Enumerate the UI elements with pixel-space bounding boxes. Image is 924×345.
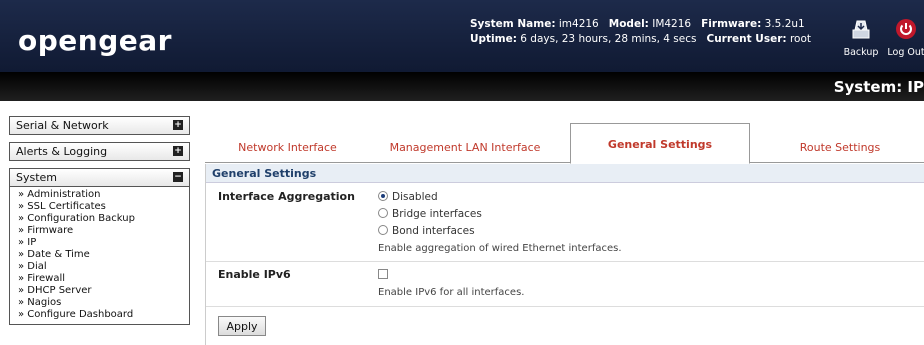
system-info: System Name: im4216 Model: IM4216 Firmwa… xyxy=(470,17,811,47)
model-value: IM4216 xyxy=(652,18,692,30)
firmware-label: Firmware: xyxy=(701,18,762,30)
tab-management-lan-interface[interactable]: Management LAN Interface xyxy=(375,135,555,163)
row-divider xyxy=(206,306,924,307)
option-label: Disabled xyxy=(392,191,438,203)
tab-general-settings[interactable]: General Settings xyxy=(570,123,750,164)
model-label: Model: xyxy=(608,18,649,30)
title-bar: System: IP xyxy=(0,72,924,101)
sidebar-item-firewall[interactable]: » Firewall xyxy=(18,273,183,285)
current-user-label: Current User: xyxy=(706,33,787,45)
top-header: opengear System Name: im4216 Model: IM42… xyxy=(0,0,924,72)
enable-ipv6-label: Enable IPv6 xyxy=(218,268,291,281)
sidebar-item-ip[interactable]: » IP xyxy=(18,237,183,249)
system-name-label: System Name: xyxy=(470,18,556,30)
logout-button[interactable]: Log Out xyxy=(884,18,924,58)
sidebar-item-administration[interactable]: » Administration xyxy=(18,189,183,201)
aggregation-option-bond[interactable]: Bond interfaces xyxy=(378,225,475,237)
tab-network-interface[interactable]: Network Interface xyxy=(205,135,370,163)
system-menu-list: » Administration » SSL Certificates » Co… xyxy=(10,186,189,324)
power-icon xyxy=(884,18,924,43)
radio-button-selected[interactable] xyxy=(378,191,388,201)
backup-button[interactable]: Backup xyxy=(843,18,879,58)
sidebar-group-system[interactable]: System − » Administration » SSL Certific… xyxy=(9,168,190,325)
ipv6-help-text: Enable IPv6 for all interfaces. xyxy=(378,287,525,298)
sidebar-group-header[interactable]: Alerts & Logging + xyxy=(10,143,189,160)
row-divider xyxy=(206,261,924,262)
section-title: General Settings xyxy=(206,164,924,183)
sidebar-item-dial[interactable]: » Dial xyxy=(18,261,183,273)
sidebar-group-label: System xyxy=(16,171,58,184)
sidebar-item-ssl-certificates[interactable]: » SSL Certificates xyxy=(18,201,183,213)
sidebar-item-configure-dashboard[interactable]: » Configure Dashboard xyxy=(18,309,183,321)
tab-bar: Network Interface Management LAN Interfa… xyxy=(205,123,924,164)
sidebar-item-dhcp-server[interactable]: » DHCP Server xyxy=(18,285,183,297)
apply-button[interactable]: Apply xyxy=(218,316,266,336)
sidebar-item-nagios[interactable]: » Nagios xyxy=(18,297,183,309)
expand-icon[interactable]: + xyxy=(173,120,183,130)
aggregation-help-text: Enable aggregation of wired Ethernet int… xyxy=(378,243,622,254)
expand-icon[interactable]: + xyxy=(173,146,183,156)
interface-aggregation-label: Interface Aggregation xyxy=(218,190,355,203)
enable-ipv6-checkbox[interactable] xyxy=(378,269,388,279)
settings-panel: General Settings Interface Aggregation D… xyxy=(205,164,924,345)
sidebar-group-label: Serial & Network xyxy=(16,119,109,132)
sidebar-group-header[interactable]: Serial & Network + xyxy=(10,117,189,134)
sidebar: Serial & Network + Alerts & Logging + Sy… xyxy=(9,116,190,332)
sidebar-item-date-time[interactable]: » Date & Time xyxy=(18,249,183,261)
backup-label: Backup xyxy=(843,47,879,58)
tab-route-settings[interactable]: Route Settings xyxy=(765,135,915,163)
system-name-value: im4216 xyxy=(558,18,599,30)
uptime-label: Uptime: xyxy=(470,33,517,45)
firmware-value: 3.5.2u1 xyxy=(764,18,805,30)
uptime-value: 6 days, 23 hours, 28 mins, 4 secs xyxy=(520,33,697,45)
sidebar-group-header[interactable]: System − xyxy=(10,169,189,186)
logout-label: Log Out xyxy=(887,47,924,58)
collapse-icon[interactable]: − xyxy=(173,172,183,182)
current-user-value: root xyxy=(789,33,811,45)
option-label: Bond interfaces xyxy=(392,225,475,237)
sidebar-group-serial-network[interactable]: Serial & Network + xyxy=(9,116,190,135)
page-title: System: IP xyxy=(833,78,924,96)
radio-button[interactable] xyxy=(378,225,388,235)
option-label: Bridge interfaces xyxy=(392,208,482,220)
sidebar-item-configuration-backup[interactable]: » Configuration Backup xyxy=(18,213,183,225)
enable-ipv6-checkbox-wrap[interactable] xyxy=(378,269,388,282)
radio-button[interactable] xyxy=(378,208,388,218)
sidebar-group-alerts-logging[interactable]: Alerts & Logging + xyxy=(9,142,190,161)
aggregation-option-bridge[interactable]: Bridge interfaces xyxy=(378,208,482,220)
sidebar-group-label: Alerts & Logging xyxy=(16,145,108,158)
sidebar-item-firmware[interactable]: » Firmware xyxy=(18,225,183,237)
backup-icon xyxy=(843,18,879,43)
opengear-logo[interactable]: opengear xyxy=(18,24,172,57)
aggregation-option-disabled[interactable]: Disabled xyxy=(378,191,438,203)
